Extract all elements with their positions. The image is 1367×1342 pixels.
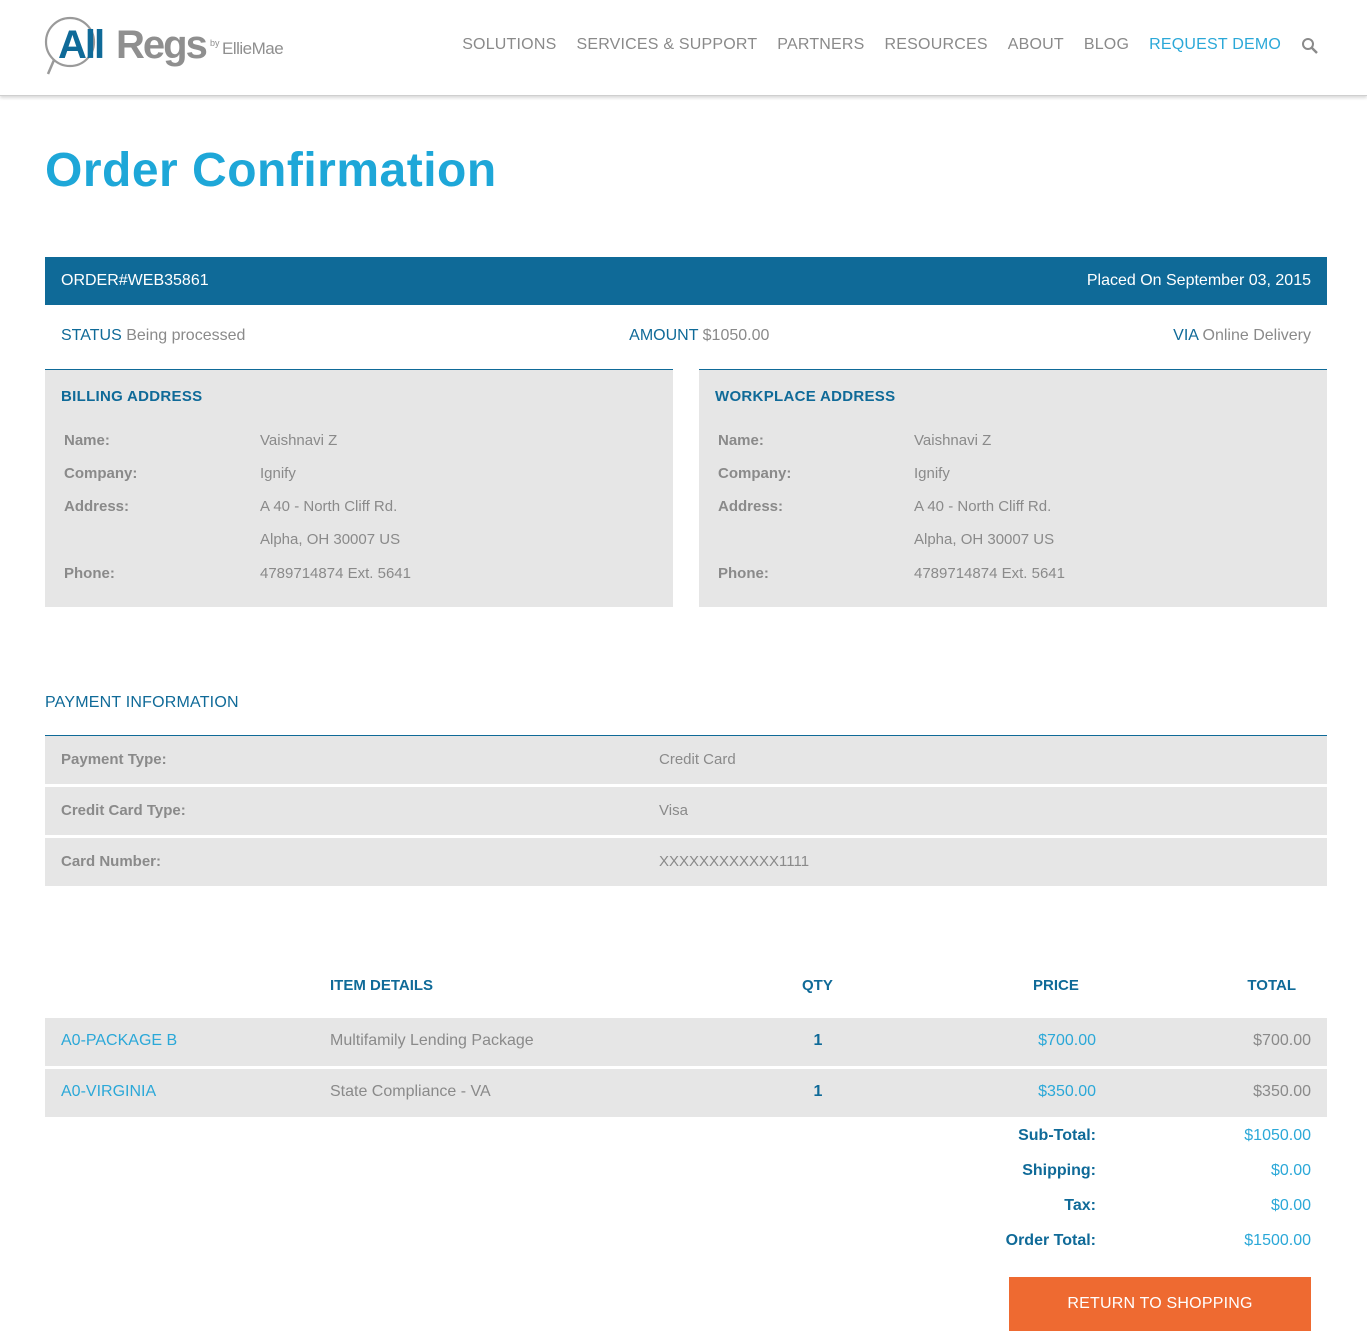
workplace-address-label: Address: (718, 498, 784, 515)
item-code-link[interactable]: A0-PACKAGE B (61, 1032, 177, 1050)
billing-address-line2: Alpha, OH 30007 US (260, 531, 401, 548)
order-via: VIA Online Delivery (1173, 327, 1311, 345)
order-number: ORDER#WEB35861 (61, 272, 209, 289)
nav-request-demo[interactable]: REQUEST DEMO (1149, 36, 1281, 54)
via-value: Online Delivery (1202, 327, 1311, 344)
workplace-address-line1: A 40 - North Cliff Rd. (914, 498, 1052, 515)
nav-blog[interactable]: BLOG (1084, 36, 1129, 54)
billing-name-value: Vaishnavi Z (260, 432, 338, 449)
credit-card-type-value: Visa (659, 802, 688, 819)
nav-solutions[interactable]: SOLUTIONS (462, 36, 556, 54)
item-details-header: ITEM DETAILS (330, 977, 434, 994)
status-label: STATUS (61, 327, 122, 344)
billing-company-value: Ignify (260, 465, 296, 482)
item-description: State Compliance - VA (330, 1083, 491, 1100)
order-amount: AMOUNT $1050.00 (629, 327, 769, 345)
amount-label: AMOUNT (629, 327, 699, 344)
order-summary-row: STATUS Being processed AMOUNT $1050.00 V… (45, 318, 1327, 354)
card-number-row: Card Number: XXXXXXXXXXXX1111 (45, 838, 1327, 886)
billing-address-panel: BILLING ADDRESS Name: Vaishnavi Z Compan… (45, 369, 673, 607)
item-total: $700.00 (1253, 1032, 1311, 1049)
shipping-value: $0.00 (1270, 1162, 1311, 1179)
card-number-value: XXXXXXXXXXXX1111 (659, 853, 810, 870)
price-header: PRICE (1033, 977, 1079, 994)
search-icon[interactable] (1301, 37, 1319, 55)
order-header-bar: ORDER#WEB35861 Placed On September 03, 2… (45, 257, 1327, 305)
order-total-value: $1500.00 (1244, 1232, 1311, 1249)
payment-table: Payment Type: Credit Card Credit Card Ty… (45, 735, 1327, 889)
via-label: VIA (1173, 327, 1199, 344)
subtotal-value: $1050.00 (1244, 1127, 1311, 1144)
shipping-row: Shipping: $0.00 (45, 1162, 1327, 1192)
billing-address-label: Address: (64, 498, 130, 515)
payment-type-value: Credit Card (659, 751, 736, 768)
qty-header: QTY (802, 977, 833, 994)
item-code-link[interactable]: A0-VIRGINIA (61, 1083, 156, 1101)
tax-label: Tax: (1064, 1197, 1096, 1214)
item-price: $350.00 (1038, 1083, 1096, 1100)
main-nav: SOLUTIONS SERVICES & SUPPORT PARTNERS RE… (442, 36, 1319, 54)
tax-value: $0.00 (1270, 1197, 1311, 1214)
item-row: A0-PACKAGE B Multifamily Lending Package… (45, 1018, 1327, 1066)
svg-text:Regs: Regs (116, 23, 207, 67)
credit-card-type-label: Credit Card Type: (61, 802, 186, 819)
subtotal-label: Sub-Total: (1018, 1127, 1096, 1144)
return-to-shopping-button[interactable]: RETURN TO SHOPPING (1009, 1277, 1311, 1331)
nav-partners[interactable]: PARTNERS (777, 36, 864, 54)
order-total-row: Order Total: $1500.00 (45, 1232, 1327, 1262)
workplace-name-value: Vaishnavi Z (914, 432, 992, 449)
nav-services-support[interactable]: SERVICES & SUPPORT (576, 36, 757, 54)
item-price: $700.00 (1038, 1032, 1096, 1049)
tax-row: Tax: $0.00 (45, 1197, 1327, 1227)
subtotal-row: Sub-Total: $1050.00 (45, 1127, 1327, 1157)
billing-phone-value: 4789714874 Ext. 5641 (260, 565, 411, 582)
order-status: STATUS Being processed (61, 327, 245, 345)
order-placed-date: Placed On September 03, 2015 (1086, 272, 1311, 289)
order-total-label: Order Total: (1005, 1232, 1096, 1249)
billing-name-label: Name: (64, 432, 110, 449)
payment-type-row: Payment Type: Credit Card (45, 736, 1327, 784)
workplace-company-value: Ignify (914, 465, 950, 482)
item-description: Multifamily Lending Package (330, 1032, 534, 1049)
billing-company-label: Company: (64, 465, 138, 482)
workplace-phone-value: 4789714874 Ext. 5641 (914, 565, 1065, 582)
nav-resources[interactable]: RESOURCES (885, 36, 988, 54)
workplace-name-label: Name: (718, 432, 764, 449)
card-number-label: Card Number: (61, 853, 162, 870)
page-title: Order Confirmation (45, 144, 497, 197)
billing-address-title: BILLING ADDRESS (61, 388, 203, 405)
payment-information-title: PAYMENT INFORMATION (45, 694, 239, 711)
payment-type-label: Payment Type: (61, 751, 167, 768)
status-value: Being processed (126, 327, 246, 344)
svg-text:EllieMae: EllieMae (222, 39, 283, 58)
credit-card-type-row: Credit Card Type: Visa (45, 787, 1327, 835)
item-qty: 1 (813, 1032, 823, 1049)
svg-text:by: by (210, 38, 220, 48)
amount-value: $1050.00 (702, 327, 770, 344)
total-header: TOTAL (1247, 977, 1296, 994)
workplace-address-line2: Alpha, OH 30007 US (914, 531, 1055, 548)
svg-text:All: All (58, 23, 103, 67)
workplace-address-title: WORKPLACE ADDRESS (715, 388, 896, 405)
item-total: $350.00 (1253, 1083, 1311, 1100)
item-qty: 1 (813, 1083, 823, 1100)
item-row: A0-VIRGINIA State Compliance - VA 1 $350… (45, 1069, 1327, 1117)
workplace-address-panel: WORKPLACE ADDRESS Name: Vaishnavi Z Comp… (699, 369, 1327, 607)
workplace-company-label: Company: (718, 465, 792, 482)
workplace-phone-label: Phone: (718, 565, 769, 582)
allregs-logo[interactable]: All Regs by EllieMae (44, 14, 294, 78)
billing-address-line1: A 40 - North Cliff Rd. (260, 498, 398, 515)
site-header: All Regs by EllieMae SOLUTIONS SERVICES … (0, 0, 1367, 96)
items-table-header: ITEM DETAILS QTY PRICE TOTAL (45, 970, 1327, 1019)
nav-about[interactable]: ABOUT (1008, 36, 1064, 54)
billing-phone-label: Phone: (64, 565, 115, 582)
shipping-label: Shipping: (1022, 1162, 1096, 1179)
